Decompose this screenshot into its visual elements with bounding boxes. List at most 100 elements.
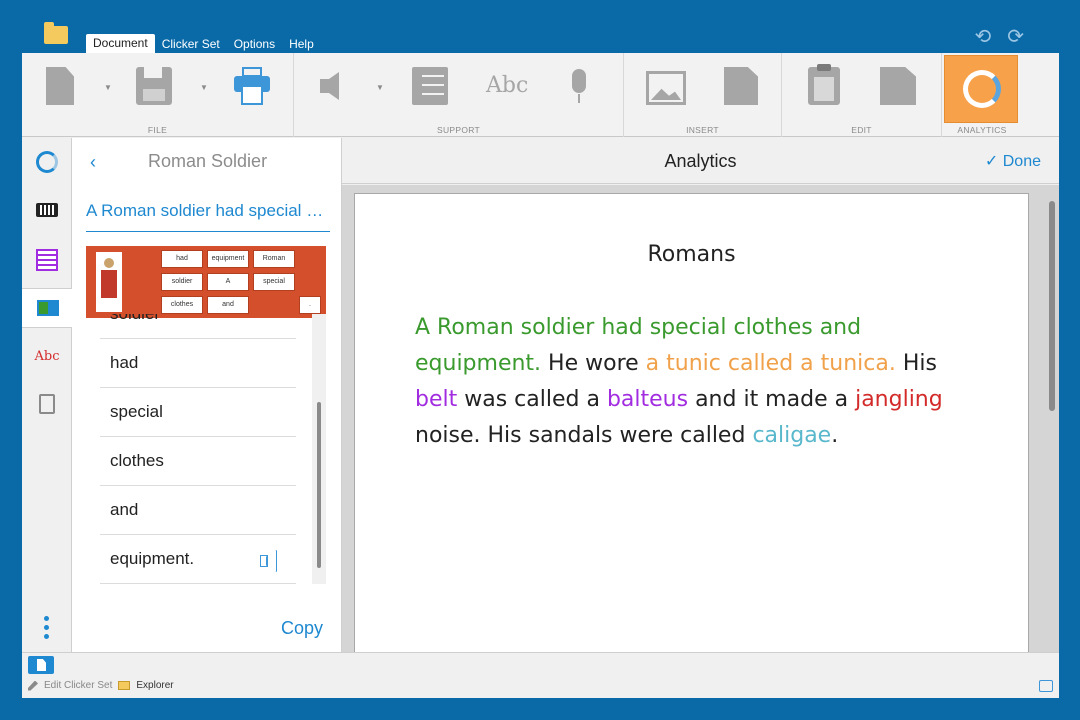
strip-clicker[interactable] xyxy=(22,288,73,328)
document-thumbnail-icon[interactable] xyxy=(28,656,54,674)
text-segment: jangling xyxy=(855,387,943,412)
text-segment: . xyxy=(831,423,839,448)
text-segment: a tunic called a tunica. xyxy=(645,351,896,376)
app-window: ▼ ▼ FILE ▼ Abc SUPPORT INSERT EDIT ANALY… xyxy=(22,53,1059,698)
print-icon xyxy=(234,67,270,105)
document-body[interactable]: A Roman soldier had special clothes and … xyxy=(415,310,975,454)
clicker-cell: had xyxy=(161,250,203,268)
insert-file-icon xyxy=(724,67,758,105)
folder-icon[interactable] xyxy=(44,22,68,44)
clicker-cell: A xyxy=(207,273,249,291)
document-scrollbar[interactable] xyxy=(1049,201,1055,411)
microphone-button[interactable] xyxy=(570,69,588,103)
text-segment: caligae xyxy=(752,423,832,448)
word-label: and xyxy=(110,500,139,519)
done-button[interactable]: ✓ Done xyxy=(985,151,1041,171)
save-dropdown[interactable]: ▼ xyxy=(200,83,208,92)
insert-picture-button[interactable] xyxy=(646,71,686,105)
undo-icon[interactable]: ⟲ xyxy=(974,24,991,49)
speech-dropdown[interactable]: ▼ xyxy=(376,83,384,92)
panel-title: Roman Soldier xyxy=(148,151,268,171)
list-item[interactable]: soldier xyxy=(100,314,296,339)
microphone-icon xyxy=(570,69,588,103)
status-items: Edit Clicker Set Explorer xyxy=(28,680,174,691)
clipboard-icon xyxy=(808,64,840,105)
new-document-icon xyxy=(46,67,74,105)
keyboard-icon xyxy=(36,203,58,217)
word-label: clothes xyxy=(110,451,164,470)
strip-analytics[interactable] xyxy=(22,142,72,182)
speech-button[interactable] xyxy=(320,71,348,101)
list-item[interactable]: clothes xyxy=(100,437,296,486)
text-segment: balteus xyxy=(606,387,689,412)
text-segment: and it made a xyxy=(688,387,856,412)
paste-button[interactable] xyxy=(808,64,840,105)
list-item[interactable]: special xyxy=(100,388,296,437)
list-item[interactable]: had xyxy=(100,339,296,388)
ribbon: ▼ ▼ FILE ▼ Abc SUPPORT INSERT EDIT ANALY… xyxy=(22,53,1059,137)
clipboard-small-icon xyxy=(39,394,55,414)
insert-file-button[interactable] xyxy=(724,67,758,105)
word-predictor-button[interactable] xyxy=(412,67,448,105)
spell-check-button[interactable]: Abc xyxy=(486,73,528,98)
numbered-list-icon xyxy=(36,249,58,271)
redo-icon[interactable]: ⟳ xyxy=(1007,24,1024,49)
text-segment: noise. His sandals were called xyxy=(415,423,753,448)
speaker-icon[interactable] xyxy=(260,549,280,571)
clicker-cell: soldier xyxy=(161,273,203,291)
text-segment: He wore xyxy=(541,351,646,376)
new-document-dropdown[interactable]: ▼ xyxy=(104,83,112,92)
keyboard-small-icon[interactable] xyxy=(1039,680,1053,692)
word-list-scrollbar-thumb[interactable] xyxy=(317,402,321,568)
word-label: had xyxy=(110,353,139,372)
clicker-cell: clothes xyxy=(161,296,203,314)
strip-spell-check[interactable]: Abc xyxy=(22,336,72,376)
list-icon xyxy=(412,67,448,105)
menu-tab-options[interactable]: Options xyxy=(227,35,282,53)
document-page[interactable]: Romans A Roman soldier had special cloth… xyxy=(354,193,1029,652)
find-button[interactable] xyxy=(880,67,916,105)
sentence-heading[interactable]: A Roman soldier had special clothes and … xyxy=(86,201,330,232)
speaker-icon xyxy=(320,71,348,101)
copy-button[interactable]: Copy xyxy=(281,618,323,639)
more-options-icon[interactable] xyxy=(44,616,49,639)
text-segment: was called a xyxy=(457,387,607,412)
strip-keyboard[interactable] xyxy=(22,190,72,230)
back-icon[interactable]: ‹ xyxy=(90,152,96,173)
edit-clicker-set-link[interactable]: Edit Clicker Set xyxy=(44,680,112,691)
clicker-cell: equipment xyxy=(207,250,249,268)
analytics-icon xyxy=(963,70,1001,108)
tool-strip: Abc xyxy=(22,138,73,652)
pencil-icon xyxy=(28,680,38,691)
save-icon xyxy=(136,67,172,105)
ribbon-group-file-label: FILE xyxy=(147,125,168,135)
strip-word-list[interactable] xyxy=(22,240,72,280)
menu-tab-document[interactable]: Document xyxy=(86,34,155,53)
print-button[interactable] xyxy=(234,67,270,105)
find-icon xyxy=(880,67,916,105)
clicker-cell: special xyxy=(253,273,295,291)
list-item[interactable]: and xyxy=(100,486,296,535)
menu-tab-clicker-set[interactable]: Clicker Set xyxy=(155,35,227,53)
clicker-grid-icon xyxy=(36,300,59,316)
ribbon-group-insert: INSERT xyxy=(624,53,782,137)
menu-tab-help[interactable]: Help xyxy=(282,35,321,53)
text-segment: His xyxy=(895,351,937,376)
ribbon-group-support: ▼ Abc SUPPORT xyxy=(294,53,624,137)
list-item[interactable]: equipment. xyxy=(100,535,296,584)
word-label: equipment. xyxy=(110,549,195,568)
new-document-button[interactable] xyxy=(46,67,74,105)
ribbon-group-analytics-label: ANALYTICS xyxy=(957,125,1007,135)
strip-clipboard[interactable] xyxy=(22,384,72,424)
text-segment: belt xyxy=(415,387,458,412)
status-bar: Edit Clicker Set Explorer xyxy=(22,652,1059,698)
explorer-link[interactable]: Explorer xyxy=(136,680,173,691)
word-label: soldier xyxy=(110,314,160,324)
save-button[interactable] xyxy=(136,67,172,105)
clicker-grid-preview[interactable]: had equipment Roman soldier A special cl… xyxy=(86,246,326,318)
word-list-scrollbar[interactable] xyxy=(312,314,326,584)
ribbon-group-analytics: ANALYTICS xyxy=(942,53,1022,137)
menu-tabs: Document Clicker Set Options Help xyxy=(86,34,321,53)
analytics-button[interactable] xyxy=(944,55,1018,123)
ribbon-group-file: ▼ ▼ FILE xyxy=(22,53,294,137)
